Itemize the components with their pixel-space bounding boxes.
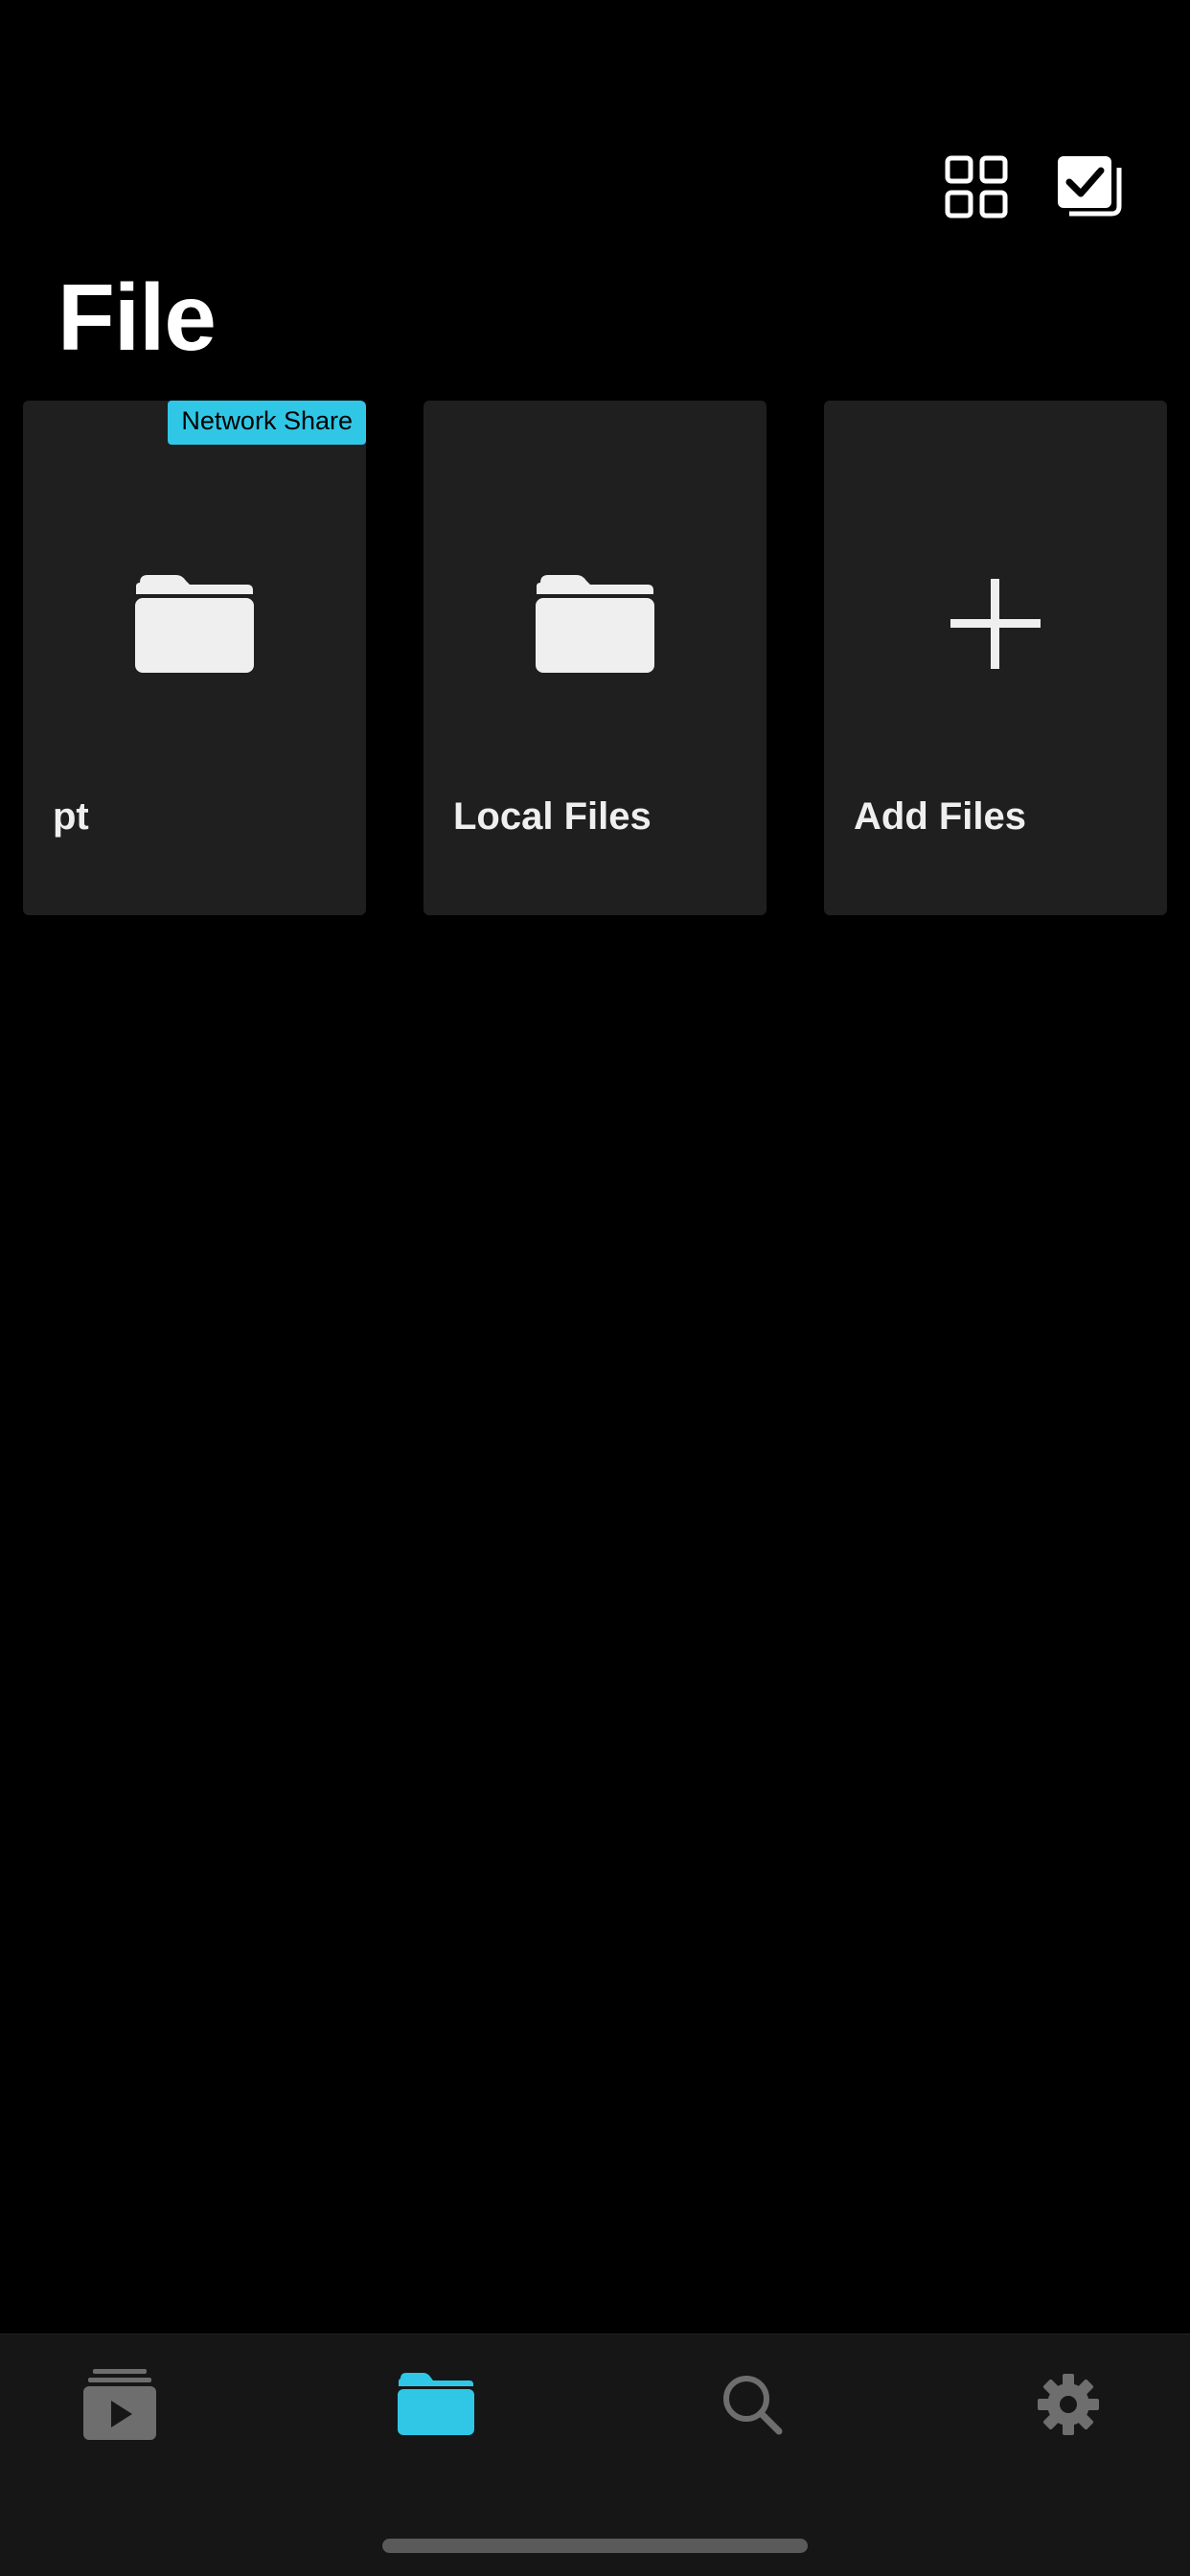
tile-local-files[interactable]: Local Files	[423, 401, 767, 915]
tab-media[interactable]	[57, 2354, 182, 2459]
grid-view-icon[interactable]	[943, 153, 1010, 220]
tab-bar	[0, 2334, 1190, 2576]
plus-icon	[935, 571, 1056, 677]
tile-label: Add Files	[854, 795, 1027, 838]
multi-select-checkbox-icon[interactable]	[1056, 153, 1123, 220]
top-actions	[943, 153, 1123, 220]
network-share-badge: Network Share	[168, 401, 366, 445]
folder-icon	[535, 571, 655, 677]
tile-label: pt	[53, 795, 89, 838]
tile-add-files[interactable]: Add Files	[824, 401, 1167, 915]
tile-label: Local Files	[453, 795, 652, 838]
folder-icon	[134, 571, 255, 677]
tab-settings[interactable]	[1006, 2354, 1131, 2459]
tab-search[interactable]	[690, 2354, 814, 2459]
search-icon	[721, 2373, 784, 2441]
media-library-icon	[83, 2368, 156, 2445]
folder-icon	[397, 2372, 475, 2441]
gear-icon	[1037, 2373, 1100, 2441]
tab-files[interactable]	[374, 2354, 498, 2459]
page-title: File	[57, 264, 217, 370]
source-tiles: Network Share pt Local Files Add Files	[23, 401, 1167, 915]
tile-network-share[interactable]: Network Share pt	[23, 401, 366, 915]
home-indicator	[382, 2539, 808, 2553]
